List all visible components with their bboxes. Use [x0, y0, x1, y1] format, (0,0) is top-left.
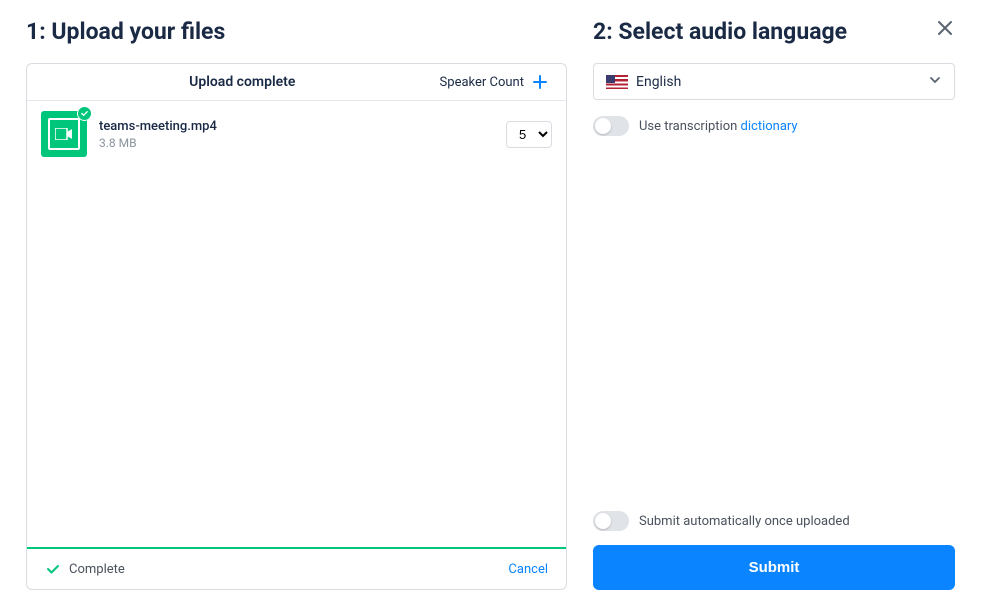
dictionary-toggle-row: Use transcription dictionary — [593, 116, 955, 136]
language-value: English — [636, 74, 928, 90]
flag-us-icon — [606, 75, 628, 89]
complete-status-text: Complete — [69, 562, 508, 577]
upload-footer: Complete Cancel — [27, 547, 566, 589]
auto-submit-toggle-row: Submit automatically once uploaded — [593, 511, 955, 531]
language-pane: 2: Select audio language English Use tra… — [593, 18, 955, 590]
upload-pane: 1: Upload your files Upload complete Spe… — [26, 18, 567, 590]
language-select[interactable]: English — [593, 63, 955, 100]
dictionary-link[interactable]: dictionary — [741, 119, 798, 134]
file-info: teams-meeting.mp4 3.8 MB — [99, 119, 506, 150]
submit-button[interactable]: Submit — [593, 545, 955, 590]
chevron-down-icon — [928, 72, 942, 91]
upload-title: 1: Upload your files — [26, 18, 567, 45]
check-icon — [80, 109, 89, 118]
close-button[interactable] — [935, 18, 955, 42]
add-speaker-button[interactable] — [532, 74, 548, 90]
video-icon — [55, 128, 73, 140]
file-name: teams-meeting.mp4 — [99, 119, 506, 134]
file-size: 3.8 MB — [99, 136, 506, 150]
upload-status-text: Upload complete — [45, 74, 440, 90]
auto-submit-toggle[interactable] — [593, 511, 629, 531]
plus-icon — [532, 74, 548, 90]
file-list: teams-meeting.mp4 3.8 MB 5 — [27, 101, 566, 547]
upload-success-badge — [77, 106, 92, 121]
toggle-knob — [595, 118, 611, 134]
upload-panel: Upload complete Speaker Count teams-meet… — [26, 63, 567, 590]
upload-header: Upload complete Speaker Count — [27, 64, 566, 101]
complete-check-icon — [45, 561, 61, 577]
file-thumbnail — [41, 111, 87, 157]
speaker-count-select[interactable]: 5 — [506, 121, 552, 148]
language-title: 2: Select audio language — [593, 18, 955, 45]
speaker-count-label: Speaker Count — [440, 75, 524, 90]
toggle-knob — [595, 513, 611, 529]
dictionary-toggle[interactable] — [593, 116, 629, 136]
auto-submit-label: Submit automatically once uploaded — [639, 514, 850, 529]
check-icon — [45, 561, 61, 577]
dictionary-label: Use transcription dictionary — [639, 119, 798, 134]
cancel-button[interactable]: Cancel — [508, 562, 548, 577]
file-row: teams-meeting.mp4 3.8 MB 5 — [27, 101, 566, 167]
close-icon — [935, 18, 955, 38]
